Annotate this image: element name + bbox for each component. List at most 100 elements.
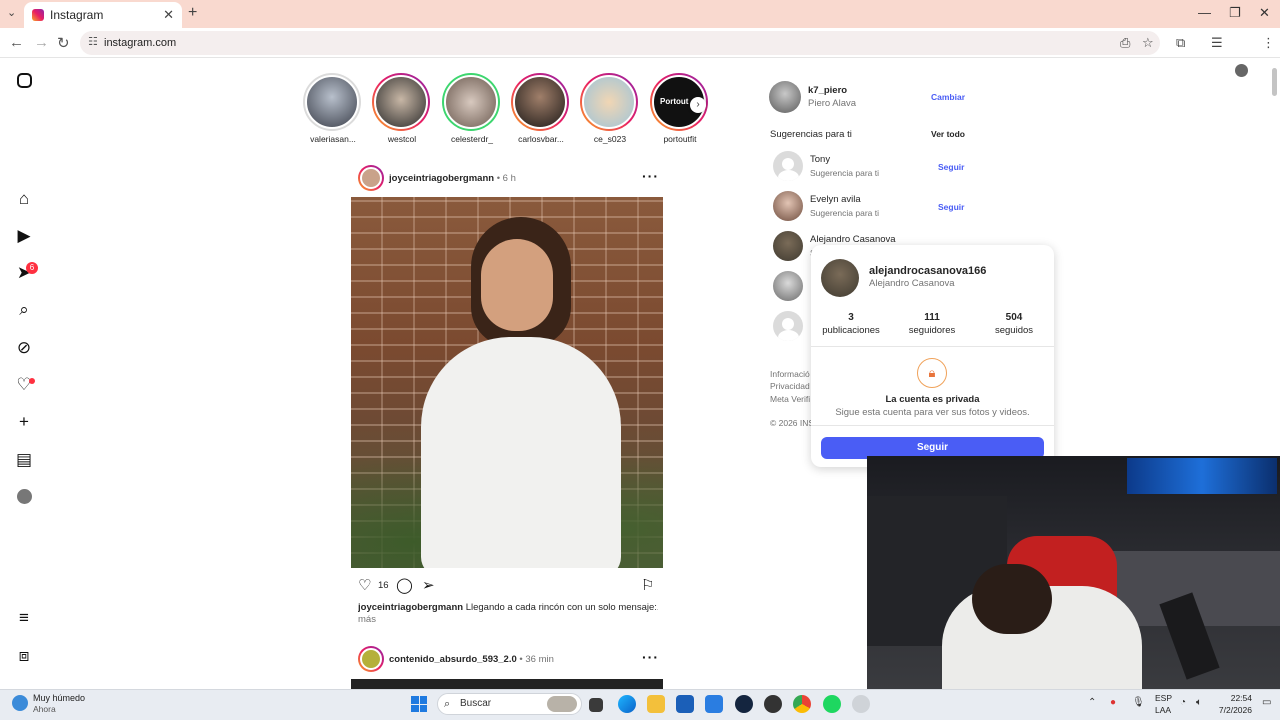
- switch-account-link[interactable]: Cambiar: [931, 92, 965, 102]
- follow-button[interactable]: Seguir: [938, 162, 964, 172]
- stories-next-icon[interactable]: ›: [690, 97, 706, 113]
- new-tab-icon[interactable]: +: [188, 4, 197, 22]
- spotify-icon[interactable]: [823, 695, 841, 713]
- story-item[interactable]: celesterdr_: [442, 73, 502, 144]
- close-tab-icon[interactable]: ✕: [163, 7, 174, 23]
- chrome-icon[interactable]: [793, 695, 811, 713]
- app-icon[interactable]: [852, 695, 870, 713]
- like-heart-icon[interactable]: ♡: [358, 576, 371, 594]
- search-icon[interactable]: ⌕: [15, 301, 33, 319]
- dashboard-icon[interactable]: ▤: [15, 451, 33, 469]
- explore-icon[interactable]: ⊘: [15, 339, 33, 357]
- story-label: ce_s023: [593, 134, 627, 144]
- my-profile-avatar[interactable]: [769, 81, 801, 113]
- reading-list-icon[interactable]: ☰: [1211, 35, 1223, 51]
- post-options-icon[interactable]: ···: [642, 168, 659, 184]
- browser-tab-bar: ⌄ Instagram ✕ + — ❐ ✕: [0, 0, 1280, 28]
- install-app-icon[interactable]: ⎙: [1120, 35, 1130, 51]
- story-item[interactable]: westcol: [372, 73, 432, 144]
- profile-avatar-icon[interactable]: [1235, 64, 1248, 77]
- tray-app-icon[interactable]: ●: [1110, 697, 1116, 708]
- microphone-icon[interactable]: 🎙︎: [1132, 697, 1145, 708]
- post-options-icon[interactable]: ···: [642, 649, 659, 665]
- hover-card-avatar[interactable]: [821, 259, 859, 297]
- footer-about[interactable]: Informació: [770, 369, 810, 379]
- edge-icon[interactable]: [618, 695, 636, 713]
- wifi-icon[interactable]: ◔: [1180, 697, 1186, 708]
- restore-icon[interactable]: ❐: [1229, 5, 1241, 21]
- suggestion-avatar[interactable]: [773, 231, 803, 261]
- weather-title[interactable]: Muy húmedo: [33, 693, 85, 703]
- create-icon[interactable]: +: [15, 413, 33, 431]
- menu-kebab-icon[interactable]: ⋮: [1262, 35, 1275, 51]
- hover-card-username[interactable]: alejandrocasanova166: [869, 265, 986, 277]
- app-icon[interactable]: [764, 695, 782, 713]
- notifications-dot: [29, 378, 35, 384]
- tray-overflow-icon[interactable]: ⌃: [1088, 697, 1096, 708]
- post-username[interactable]: contenido_absurdo_593_2.0: [389, 654, 517, 665]
- my-username[interactable]: k7_piero: [808, 85, 847, 96]
- suggestion-avatar[interactable]: [773, 151, 803, 181]
- volume-icon[interactable]: 🔈︎: [1196, 697, 1202, 708]
- bookmark-star-icon[interactable]: ☆: [1142, 35, 1154, 51]
- site-info-icon[interactable]: ☷: [88, 35, 98, 48]
- clock-time[interactable]: 22:54: [1222, 693, 1252, 703]
- url-text: instagram.com: [104, 37, 177, 49]
- forward-icon[interactable]: →: [34, 34, 49, 51]
- post-image[interactable]: [351, 197, 663, 568]
- share-icon[interactable]: ➢: [422, 576, 435, 594]
- suggestion-avatar[interactable]: [773, 271, 803, 301]
- more-menu-icon[interactable]: ≡: [15, 609, 33, 627]
- caption-username[interactable]: joyceintriagobergmann: [358, 602, 463, 613]
- browser-tab-instagram[interactable]: Instagram ✕: [24, 2, 182, 28]
- extensions-icon[interactable]: ⧉: [1176, 35, 1185, 51]
- see-all-link[interactable]: Ver todo: [931, 129, 965, 139]
- task-view-icon[interactable]: [589, 698, 603, 712]
- minimize-icon[interactable]: —: [1198, 5, 1211, 20]
- notifications-icon[interactable]: ▭: [1262, 697, 1271, 708]
- reels-icon[interactable]: ▶: [15, 227, 33, 245]
- stat-label: seguidos: [994, 325, 1034, 336]
- page-scrollbar[interactable]: [1272, 68, 1277, 96]
- post-username[interactable]: joyceintriagobergmann: [389, 173, 494, 184]
- keyboard-layout[interactable]: LAA: [1155, 705, 1171, 715]
- story-label: carlosvbar...: [518, 134, 564, 144]
- also-from-meta-icon[interactable]: ⧈: [15, 647, 33, 665]
- steam-icon[interactable]: [735, 695, 753, 713]
- language-code[interactable]: ESP: [1155, 693, 1172, 703]
- file-explorer-icon[interactable]: [647, 695, 665, 713]
- post-author-avatar[interactable]: [358, 646, 384, 672]
- post-author[interactable]: joyceintriagobergmann • 6 h: [389, 173, 516, 184]
- suggestion-avatar[interactable]: [773, 311, 803, 341]
- instagram-logo-icon[interactable]: [17, 73, 32, 88]
- follow-button[interactable]: Seguir: [938, 202, 964, 212]
- post-author[interactable]: contenido_absurdo_593_2.0 • 36 min: [389, 654, 554, 665]
- close-window-icon[interactable]: ✕: [1259, 5, 1270, 21]
- url-field[interactable]: ☷ instagram.com: [80, 31, 1160, 55]
- footer-meta-verified[interactable]: Meta Verifi: [770, 394, 810, 404]
- weather-icon[interactable]: [12, 695, 28, 711]
- back-icon[interactable]: ←: [9, 34, 24, 51]
- taskbar-search[interactable]: ⌕ Buscar: [437, 693, 582, 715]
- windows-start-icon[interactable]: [411, 696, 427, 712]
- caption-more-link[interactable]: más: [358, 614, 376, 625]
- store-icon[interactable]: [676, 695, 694, 713]
- suggestion-name[interactable]: Evelyn avila: [810, 194, 861, 205]
- post-author-avatar[interactable]: [358, 165, 384, 191]
- comment-icon[interactable]: ◯: [396, 576, 413, 594]
- profile-avatar[interactable]: [17, 489, 32, 504]
- save-bookmark-icon[interactable]: ⚐: [641, 576, 654, 594]
- suggestion-name[interactable]: Tony: [810, 154, 830, 165]
- outlook-icon[interactable]: [705, 695, 723, 713]
- story-item[interactable]: carlosvbar...: [511, 73, 571, 144]
- story-item[interactable]: valeriasan...: [303, 73, 363, 144]
- tab-search-icon[interactable]: ⌄: [7, 6, 16, 19]
- footer-privacy[interactable]: Privacidad ·: [770, 381, 815, 391]
- clock-date[interactable]: 7/2/2026: [1204, 705, 1252, 715]
- story-item[interactable]: ce_s023: [580, 73, 640, 144]
- home-icon[interactable]: ⌂: [15, 190, 33, 208]
- suggestion-name[interactable]: Alejandro Casanova: [810, 234, 896, 245]
- profile-hover-card: alejandrocasanova166 Alejandro Casanova …: [811, 245, 1054, 467]
- reload-icon[interactable]: ↻: [57, 34, 70, 52]
- suggestion-avatar[interactable]: [773, 191, 803, 221]
